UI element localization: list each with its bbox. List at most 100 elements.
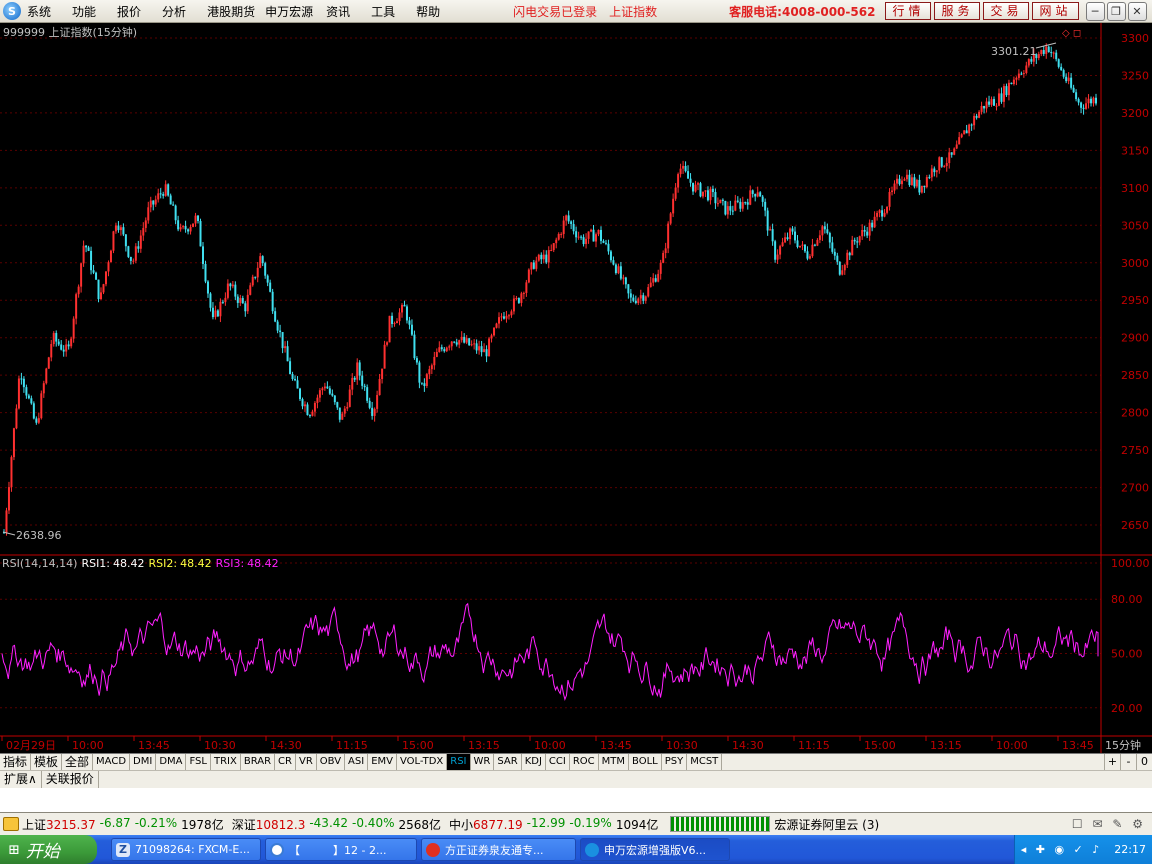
diamond-marker-icon[interactable]: ◇ ◻ xyxy=(1062,28,1081,39)
candle-body xyxy=(789,228,792,240)
task-browser[interactable]: 【 】12 - 2... xyxy=(265,838,417,861)
candle-body xyxy=(22,378,25,388)
restore-icon[interactable]: ❐ xyxy=(1106,1,1126,21)
indicator-tab-brar[interactable]: BRAR xyxy=(241,754,276,770)
candle-body xyxy=(871,222,874,228)
candle-body xyxy=(162,194,165,196)
reset-zoom-icon[interactable]: 0 xyxy=(1136,754,1152,770)
indicator-tab-fsl[interactable]: FSL xyxy=(186,754,211,770)
candle-body xyxy=(883,212,886,217)
indicator-tab-emv[interactable]: EMV xyxy=(368,754,397,770)
candle-body xyxy=(112,231,115,251)
candle-body xyxy=(898,178,901,185)
candle-body xyxy=(520,293,523,303)
menu-info[interactable]: 资讯 xyxy=(326,3,350,20)
service-button[interactable]: 服务 xyxy=(934,2,981,20)
candle-body xyxy=(816,239,819,246)
status-icon[interactable] xyxy=(3,817,19,831)
menu-help[interactable]: 帮助 xyxy=(416,3,440,20)
candle-body xyxy=(1030,59,1033,62)
menu-hk-futures[interactable]: 港股期货 xyxy=(207,3,255,20)
candle-body xyxy=(580,236,583,238)
candle-body xyxy=(590,229,593,232)
zoom-in-icon[interactable]: + xyxy=(1104,754,1120,770)
candle-body xyxy=(619,266,622,279)
candle-body xyxy=(418,362,421,383)
trade-button[interactable]: 交易 xyxy=(983,2,1030,20)
candle-body xyxy=(749,190,752,205)
indicator-tab-rsi[interactable]: RSI xyxy=(447,754,471,770)
candle-body xyxy=(731,210,734,212)
candle-body xyxy=(1090,98,1093,104)
expand-tab[interactable]: 扩展∧ xyxy=(0,771,42,788)
indicator-tab-vol-tdx[interactable]: VOL-TDX xyxy=(397,754,448,770)
candle-body xyxy=(216,310,219,317)
indicator-tab-psy[interactable]: PSY xyxy=(662,754,688,770)
start-button[interactable]: ⊞ 开始 xyxy=(0,835,97,864)
indicator-tab-全部[interactable]: 全部 xyxy=(62,754,94,770)
close-icon[interactable]: ✕ xyxy=(1127,1,1147,21)
candle-body xyxy=(45,368,48,384)
status-tools-icon[interactable]: ☐ ✉ ✎ ⚙ xyxy=(1072,817,1146,831)
indicator-tab-roc[interactable]: ROC xyxy=(570,754,599,770)
candle-body xyxy=(694,184,697,192)
menu-function[interactable]: 功能 xyxy=(72,3,96,20)
indicator-tab-cci[interactable]: CCI xyxy=(546,754,570,770)
windows-logo-icon: ⊞ xyxy=(8,841,20,858)
chart-area[interactable]: 3300 3250 3200 3150 3100 3050 3000 2950 2900 2850… xyxy=(0,23,1152,753)
candle-body xyxy=(950,152,953,155)
candle-body xyxy=(751,190,754,194)
indicator-tab-mtm[interactable]: MTM xyxy=(599,754,630,770)
candle-body xyxy=(371,407,374,416)
indicator-tab-wr[interactable]: WR xyxy=(471,754,495,770)
indicator-tab-asi[interactable]: ASI xyxy=(345,754,369,770)
zoom-out-icon[interactable]: - xyxy=(1120,754,1136,770)
app-logo-icon[interactable]: S xyxy=(3,2,21,20)
rsi-tick-label: 100.00 xyxy=(1111,557,1150,570)
task-founder[interactable]: 方正证券泉友通专... xyxy=(421,838,576,861)
tray-icons[interactable]: ◂ ✚ ◉ ✓ ♪ xyxy=(1021,843,1103,856)
indicator-tab-sar[interactable]: SAR xyxy=(494,754,522,770)
candle-body xyxy=(843,264,846,271)
indicator-tab-vr[interactable]: VR xyxy=(296,754,317,770)
market-button[interactable]: 行情 xyxy=(885,2,932,20)
candle-body xyxy=(119,227,122,231)
menu-tools[interactable]: 工具 xyxy=(371,3,395,20)
indicator-tab-macd[interactable]: MACD xyxy=(93,754,131,770)
indicator-tab-mcst[interactable]: MCST xyxy=(687,754,723,770)
price-tick-label: 3000 xyxy=(1121,257,1149,270)
menu-quote[interactable]: 报价 xyxy=(117,3,141,20)
website-button[interactable]: 网站 xyxy=(1032,2,1079,20)
task-swhy[interactable]: 申万宏源增强版V6... xyxy=(580,838,730,861)
candle-body xyxy=(903,179,906,181)
candle-body xyxy=(174,205,177,221)
candle-body xyxy=(102,284,105,293)
x-axis-label: 10:30 xyxy=(204,739,236,752)
trade-login-status[interactable]: 闪电交易已登录 xyxy=(513,3,597,20)
task-fxcm[interactable]: Z 71098264: FXCM-E... xyxy=(111,838,261,861)
minimize-icon[interactable]: ─ xyxy=(1085,1,1105,21)
menu-analysis[interactable]: 分析 xyxy=(162,3,186,20)
indicator-tab-boll[interactable]: BOLL xyxy=(629,754,662,770)
indicator-tab-kdj[interactable]: KDJ xyxy=(522,754,546,770)
candle-body xyxy=(455,342,458,345)
candle-body xyxy=(928,177,931,179)
indicator-tab-obv[interactable]: OBV xyxy=(317,754,346,770)
candle-body xyxy=(316,397,319,403)
x-axis-label: 15:00 xyxy=(402,739,434,752)
period-label[interactable]: 15分钟 xyxy=(1105,738,1141,752)
indicator-tab-trix[interactable]: TRIX xyxy=(211,754,241,770)
indicator-tab-dma[interactable]: DMA xyxy=(156,754,187,770)
menu-system[interactable]: 系统 xyxy=(27,3,51,20)
indicator-tab-cr[interactable]: CR xyxy=(275,754,296,770)
candle-body xyxy=(463,336,466,343)
related-quote-tab[interactable]: 关联报价 xyxy=(42,771,99,788)
menu-swhy[interactable]: 申万宏源 xyxy=(265,3,313,20)
indicator-tab-模板[interactable]: 模板 xyxy=(31,754,63,770)
indicator-tab-dmi[interactable]: DMI xyxy=(130,754,157,770)
candle-body xyxy=(453,341,456,343)
candle-body xyxy=(12,428,15,458)
candle-body xyxy=(993,99,996,106)
indicator-tab-指标[interactable]: 指标 xyxy=(0,754,32,770)
server-name[interactable]: 宏源证券阿里云 (3) xyxy=(774,816,879,833)
